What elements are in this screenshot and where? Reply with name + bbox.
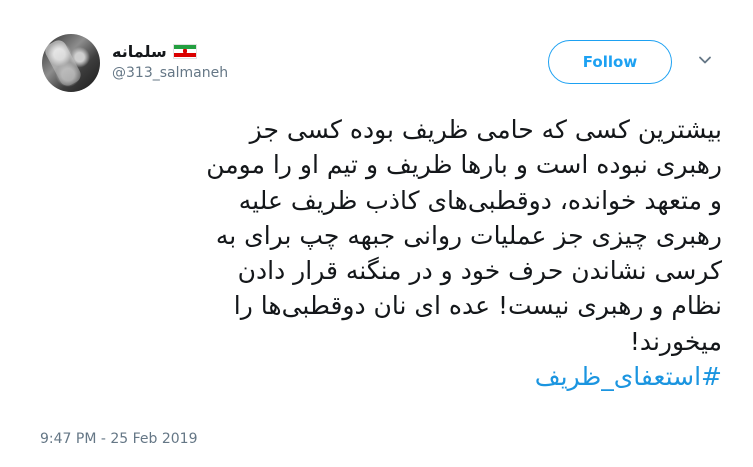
display-name[interactable]: سلمانه bbox=[112, 42, 167, 61]
tweet-line: رهبری چیزی جز عملیات روانی جبهه چپ برای … bbox=[215, 220, 722, 250]
iran-flag-icon bbox=[172, 43, 197, 59]
tweet-line: بیشترین کسی که حامی ظریف بوده کسی جز bbox=[249, 115, 722, 144]
tweet-card: سلمانه @313_salmaneh Follow بیشترین کسی … bbox=[0, 0, 753, 467]
tweet-line: رهبری نبوده است و بارها ظریف و تیم او را… bbox=[206, 150, 722, 180]
tweet-line: میخورند! bbox=[629, 326, 722, 356]
hashtag-link[interactable]: #استعفای_ظریف bbox=[40, 359, 722, 394]
chevron-down-icon[interactable] bbox=[697, 52, 713, 68]
tweet-line: کرسی نشاندن حرف خود و در منگنه قرار دادن bbox=[237, 256, 722, 286]
avatar[interactable] bbox=[42, 34, 100, 92]
tweet-line: و متعهد خوانده، دوقطبی‌های کاذب ظریف علی… bbox=[238, 185, 722, 215]
tweet-timestamp[interactable]: 9:47 PM - 25 Feb 2019 bbox=[40, 431, 198, 447]
author-name-row[interactable]: سلمانه bbox=[112, 39, 197, 63]
tweet-text: بیشترین کسی که حامی ظریف بوده کسی جز رهب… bbox=[40, 112, 722, 394]
tweet-line: نظام و رهبری نیست! عده ای نان دوقطبی‌ها … bbox=[233, 291, 722, 321]
user-handle[interactable]: @313_salmaneh bbox=[112, 65, 228, 81]
follow-button[interactable]: Follow bbox=[548, 40, 672, 84]
